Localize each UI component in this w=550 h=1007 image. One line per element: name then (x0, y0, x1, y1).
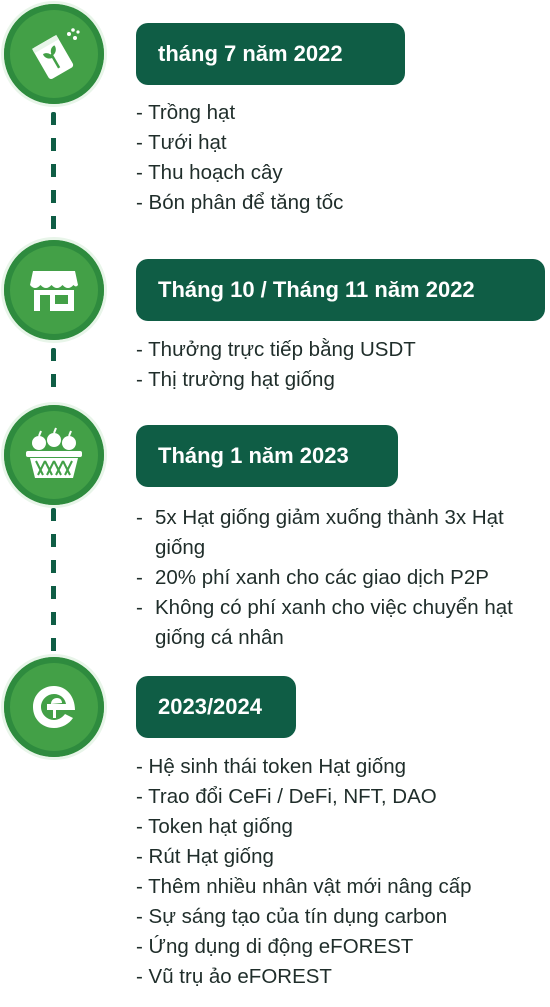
list-item-text: 20% phí xanh cho các giao dịch P2P (155, 566, 489, 589)
list-item: - 20% phí xanh cho các giao dịch P2P (136, 563, 535, 593)
list-item: - Vũ trụ ảo eFOREST (136, 965, 332, 988)
milestone-4-title: 2023/2024 (136, 676, 296, 738)
timeline-connector-2 (51, 348, 56, 398)
list-item: - Trồng hạt (136, 101, 236, 124)
list-item: - Thêm nhiều nhân vật mới nâng cấp (136, 875, 472, 898)
list-item-text: Không có phí xanh cho việc chuyển hạt gi… (155, 596, 513, 649)
list-item: - Hệ sinh thái token Hạt giống (136, 755, 407, 778)
list-item: - Bón phân để tăng tốc (136, 191, 344, 214)
milestone-1-title: tháng 7 năm 2022 (136, 23, 405, 85)
list-item: - Thưởng trực tiếp bằng USDT (136, 338, 416, 361)
timeline-connector-1 (51, 112, 56, 240)
store-icon (30, 271, 78, 311)
list-item: - 5x Hạt giống giảm xuống thành 3x Hạt g… (136, 503, 535, 563)
list-item: - Ứng dụng di động eFOREST (136, 935, 414, 958)
list-item-text: 5x Hạt giống giảm xuống thành 3x Hạt giố… (155, 506, 504, 559)
milestone-2-icon-circle (4, 240, 104, 340)
list-item: - Sự sáng tạo của tín dụng carbon (136, 905, 448, 928)
milestone-1-icon-circle (4, 4, 104, 104)
seed-bag-icon (32, 28, 80, 79)
list-item: - Token hạt giống (136, 815, 293, 838)
list-item: - Thị trường hạt giống (136, 368, 335, 391)
eforest-logo-icon (33, 686, 75, 728)
timeline-connector-3 (51, 508, 56, 658)
milestone-3-title: Tháng 1 năm 2023 (136, 425, 398, 487)
list-bullet: - (136, 566, 143, 589)
milestone-3-icon-circle (4, 405, 104, 505)
list-bullet: - (136, 596, 143, 619)
list-item: - Rút Hạt giống (136, 845, 274, 868)
milestone-3-list: - 5x Hạt giống giảm xuống thành 3x Hạt g… (136, 503, 535, 653)
fruit-basket-icon (26, 427, 82, 478)
milestone-2-list: - Thưởng trực tiếp bằng USDT - Thị trườn… (136, 335, 416, 395)
list-item: - Tưới hạt (136, 131, 227, 154)
list-item: - Trao đổi CeFi / DeFi, NFT, DAO (136, 785, 437, 808)
list-item: - Thu hoạch cây (136, 161, 283, 184)
list-bullet: - (136, 506, 143, 529)
milestone-2-title: Tháng 10 / Tháng 11 năm 2022 (136, 259, 545, 321)
milestone-4-icon-circle (4, 657, 104, 757)
milestone-4-list: - Hệ sinh thái token Hạt giống - Trao đổ… (136, 752, 472, 992)
list-item: - Không có phí xanh cho việc chuyển hạt … (136, 593, 535, 653)
milestone-1-list: - Trồng hạt - Tưới hạt - Thu hoạch cây -… (136, 98, 343, 218)
